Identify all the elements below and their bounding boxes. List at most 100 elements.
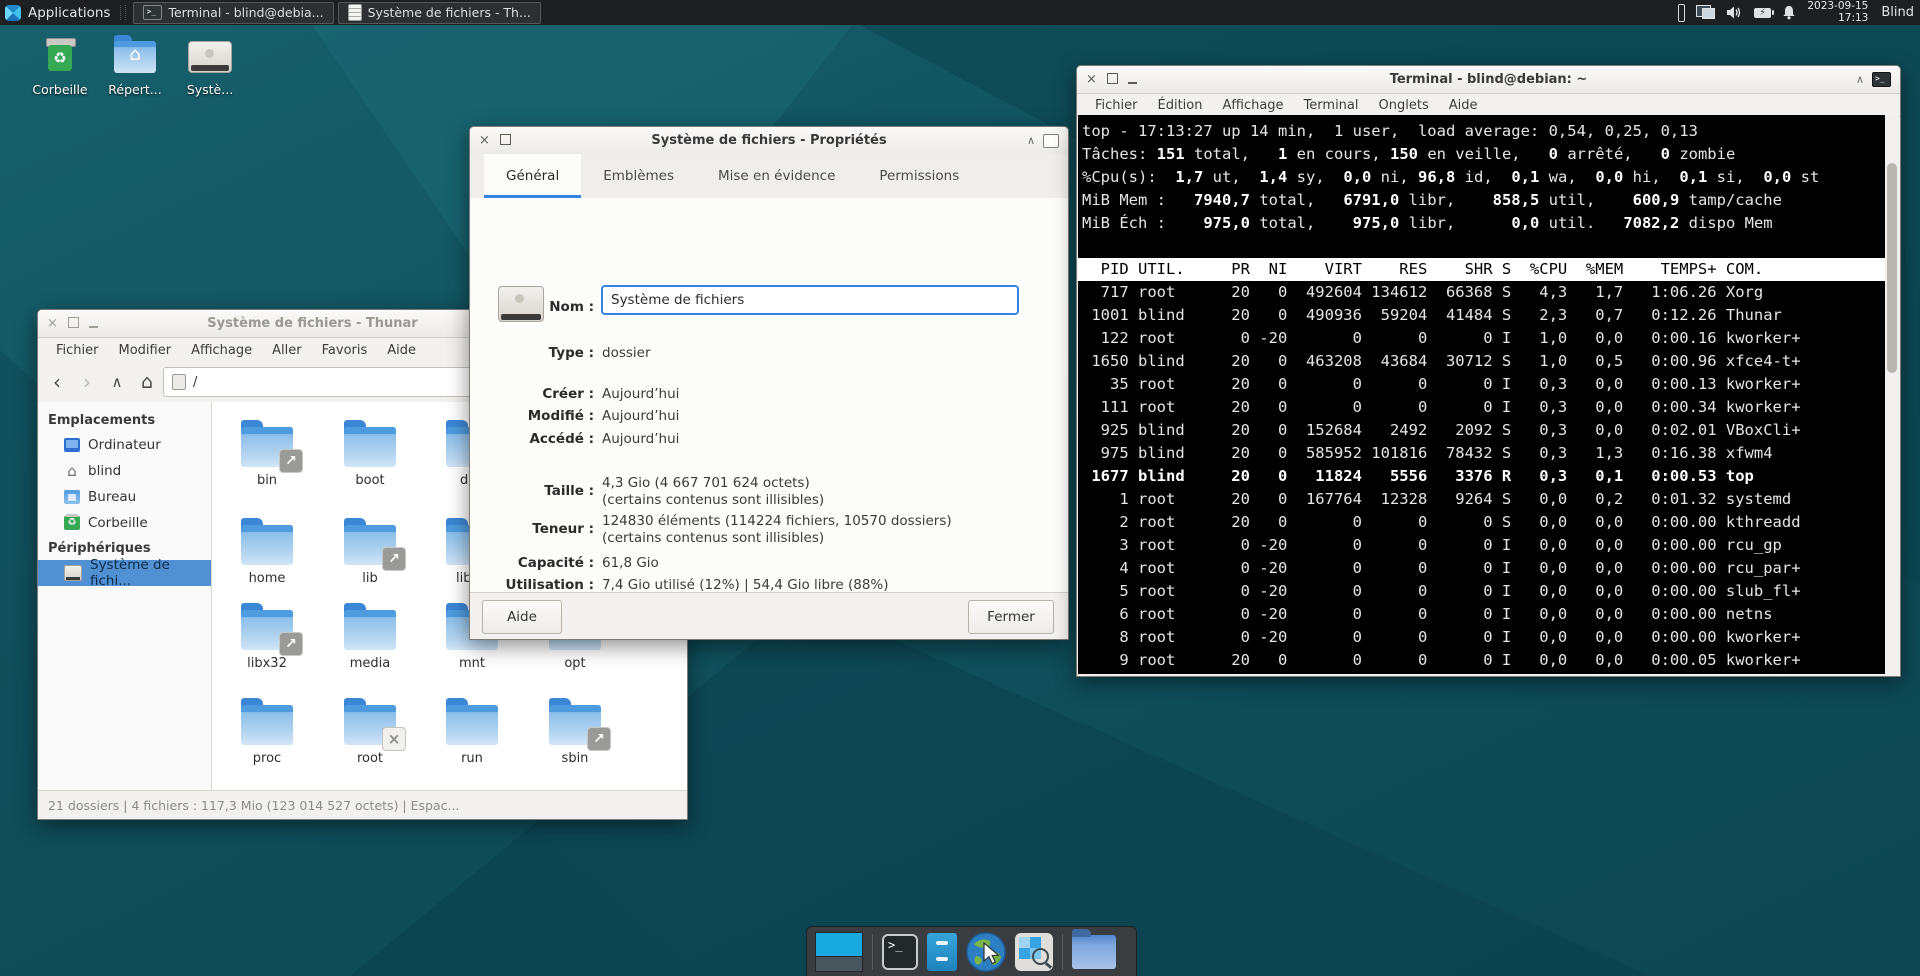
folder-lib[interactable]: ↗lib: [322, 525, 418, 586]
terminal-menu-aide[interactable]: Aide: [1439, 96, 1488, 115]
folder-bin[interactable]: ↗bin: [219, 427, 315, 488]
desktop-icon-syst[interactable]: Systè...: [178, 36, 242, 97]
terminal-menu-dition[interactable]: Édition: [1148, 96, 1213, 115]
applications-menu[interactable]: Applications: [28, 5, 110, 21]
taskbar: >_Terminal - blind@debia...Système de fi…: [133, 2, 544, 24]
dialog-title: Système de fichiers - Propriétés: [510, 133, 1028, 148]
dock-file-manager-icon[interactable]: [927, 933, 957, 971]
dock-folder-icon[interactable]: [1072, 935, 1116, 969]
desktop-icon: [64, 490, 80, 504]
notification-bell-icon[interactable]: [1782, 5, 1796, 20]
name-input[interactable]: [601, 285, 1019, 315]
dialog-tabbar: GénéralEmblèmesMise en évidencePermissio…: [470, 154, 1068, 199]
scrollbar-thumb[interactable]: [1887, 163, 1897, 373]
folder-boot[interactable]: boot: [322, 427, 418, 488]
workspace-1[interactable]: [816, 933, 862, 957]
tab-mise-en-vidence[interactable]: Mise en évidence: [696, 154, 857, 198]
trash-icon: ♻: [38, 36, 82, 78]
terminal-title: Terminal - blind@debian: ~: [1117, 72, 1860, 87]
drive-shape: [188, 41, 232, 73]
sidebar-item-bureau[interactable]: Bureau: [38, 484, 211, 510]
terminal-menu-terminal[interactable]: Terminal: [1294, 96, 1369, 115]
terminal-menu-fichier[interactable]: Fichier: [1085, 96, 1148, 115]
volume-icon[interactable]: [1726, 5, 1743, 20]
home-icon[interactable]: ⌂: [132, 368, 162, 396]
help-button[interactable]: Aide: [482, 600, 562, 634]
folder-icon: ×: [344, 705, 396, 745]
folder-libx32[interactable]: ↗libx32: [219, 610, 315, 671]
process-row-111: 111 root 20 0 0 0 0 I 0,3 0,0 0:00.34 kw…: [1082, 396, 1885, 419]
close-icon[interactable]: ×: [1086, 73, 1097, 86]
folder-media[interactable]: media: [322, 610, 418, 671]
folder-icon: ↗: [344, 525, 396, 565]
symlink-emblem-icon: ↗: [587, 727, 611, 751]
symlink-emblem-icon: ↗: [279, 632, 303, 656]
forward-icon[interactable]: ›: [72, 368, 102, 396]
taskbar-button-syst-me-de-fichiers-th[interactable]: Système de fichiers - Th...: [338, 2, 541, 24]
thunar-menu-modifier[interactable]: Modifier: [109, 341, 182, 360]
terminal-summary-line: top - 17:13:27 up 14 min, 1 user, load a…: [1082, 120, 1885, 143]
tab-g-n-ral[interactable]: Général: [484, 154, 581, 198]
sidebar-item-syst-me-de-fichi[interactable]: Système de fichi...: [38, 560, 211, 586]
close-button[interactable]: Fermer: [968, 600, 1054, 634]
terminal-summary-line: %Cpu(s): 1,7 ut, 1,4 sy, 0,0 ni, 96,8 id…: [1082, 166, 1885, 189]
tab-permissions[interactable]: Permissions: [857, 154, 981, 198]
workspace-2[interactable]: [816, 957, 862, 971]
created-value: Aujourd’hui: [602, 386, 1048, 403]
folder-run[interactable]: run: [424, 705, 520, 766]
dock-terminal-icon[interactable]: >_: [882, 934, 918, 970]
thunar-menu-fichier[interactable]: Fichier: [46, 341, 109, 360]
terminal-window: × Terminal - blind@debian: ~ ∧ >_ Fichie…: [1076, 65, 1901, 677]
terminal-app-icon: >_: [1872, 72, 1891, 87]
maximize-icon[interactable]: [68, 317, 79, 331]
size-value: 4,3 Gio (4 667 701 624 octets) (certains…: [602, 475, 1048, 509]
size-label: Taille :: [470, 483, 594, 500]
thunar-menu-aide[interactable]: Aide: [377, 341, 426, 360]
shade-icon[interactable]: ∧: [1027, 134, 1035, 147]
power-manager-icon[interactable]: [1678, 4, 1685, 22]
terminal-menu-onglets[interactable]: Onglets: [1369, 96, 1439, 115]
desktop-icon-corbeille[interactable]: ♻Corbeille: [28, 36, 92, 97]
sidebar-item-blind[interactable]: ⌂blind: [38, 458, 211, 484]
process-row-2: 2 root 20 0 0 0 0 S 0,0 0,0 0:00.00 kthr…: [1082, 511, 1885, 534]
display-icon[interactable]: [1696, 5, 1715, 20]
usage-value: 7,4 Gio utilisé (12%) | 54,4 Gio libre (…: [602, 577, 1048, 593]
home-icon: ⌂: [64, 464, 80, 478]
sidebar-header-emplacements: Emplacements: [38, 408, 211, 432]
folder-icon: ↗: [549, 705, 601, 745]
folder-proc[interactable]: proc: [219, 705, 315, 766]
tab-embl-mes[interactable]: Emblèmes: [581, 154, 696, 198]
minimize-icon[interactable]: [89, 317, 98, 331]
location-icon: [172, 374, 186, 390]
folder-sbin[interactable]: ↗sbin: [527, 705, 623, 766]
terminal-menu-affichage[interactable]: Affichage: [1212, 96, 1293, 115]
folder-root[interactable]: ×root: [322, 705, 418, 766]
folder-name: run: [457, 751, 487, 766]
process-row-9: 9 root 20 0 0 0 0 I 0,0 0,0 0:00.05 kwor…: [1082, 649, 1885, 672]
taskbar-button-terminal-blind-debia[interactable]: >_Terminal - blind@debia...: [133, 2, 333, 24]
terminal-menubar: FichierÉditionAffichageTerminalOngletsAi…: [1077, 94, 1900, 117]
back-icon[interactable]: ‹: [42, 368, 72, 396]
house-glyph: ⌂: [113, 44, 157, 65]
dialog-titlebar[interactable]: × Système de fichiers - Propriétés ∧: [470, 127, 1068, 155]
close-icon[interactable]: ×: [47, 317, 58, 330]
applications-menu-icon[interactable]: [5, 5, 21, 21]
name-label: Nom :: [470, 299, 594, 316]
desktop-icon-r-pert[interactable]: ⌂Répert...: [103, 36, 167, 97]
battery-icon[interactable]: ⚡: [1754, 8, 1771, 18]
close-icon[interactable]: ×: [479, 134, 490, 147]
dock-app-finder-icon[interactable]: [1015, 933, 1053, 971]
thunar-menu-affichage[interactable]: Affichage: [181, 341, 262, 360]
up-icon[interactable]: ∧: [102, 368, 132, 396]
workspace-switcher[interactable]: [815, 932, 863, 972]
terminal-titlebar[interactable]: × Terminal - blind@debian: ~ ∧ >_: [1077, 66, 1900, 94]
sidebar-item-ordinateur[interactable]: Ordinateur: [38, 432, 211, 458]
sidebar-item-corbeille[interactable]: ♻Corbeille: [38, 510, 211, 536]
thunar-menu-favoris[interactable]: Favoris: [312, 341, 378, 360]
clock[interactable]: 2023-09-15 17:13: [1807, 1, 1868, 24]
content-value: 124830 éléments (114224 fichiers, 10570 …: [602, 513, 1048, 547]
folder-home[interactable]: home: [219, 525, 315, 586]
thunar-menu-aller[interactable]: Aller: [262, 341, 311, 360]
panel-separator: [120, 5, 126, 20]
terminal-scrollbar[interactable]: [1885, 115, 1899, 674]
